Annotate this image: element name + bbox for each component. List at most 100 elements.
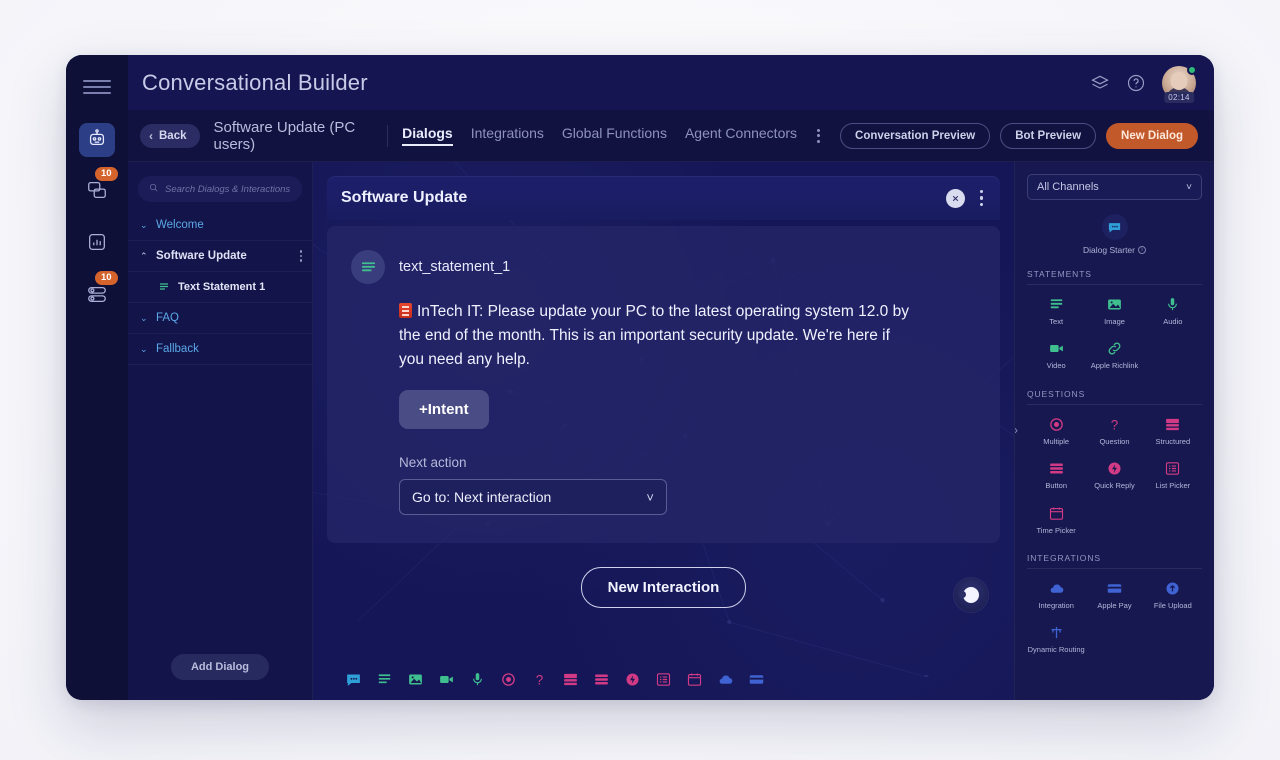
button-icon[interactable] xyxy=(593,671,610,688)
multiple-choice-icon[interactable] xyxy=(500,671,517,688)
components-panel: › All Channels ˅ Dialog Starter i STATEM… xyxy=(1014,162,1214,700)
component-list-picker[interactable]: List Picker xyxy=(1144,454,1202,494)
quick-reply-icon[interactable] xyxy=(624,671,641,688)
integrations-grid: Integration Apple Pay File Upload Dynami… xyxy=(1027,574,1202,659)
dialog-starter-label: Dialog Starter i xyxy=(1083,245,1146,255)
button-icon xyxy=(1048,460,1065,477)
component-label: Structured xyxy=(1155,436,1191,446)
component-integration[interactable]: Integration xyxy=(1027,574,1085,614)
component-apple-richlink[interactable]: Apple Richlink xyxy=(1085,334,1143,374)
image-icon[interactable] xyxy=(407,671,424,688)
canvas: Software Update text_statement_1 InTech … xyxy=(313,162,1014,700)
tab-global-functions[interactable]: Global Functions xyxy=(562,125,667,146)
component-button[interactable]: Button xyxy=(1027,454,1085,494)
search-placeholder: Search Dialogs & Interactions xyxy=(165,183,291,195)
list-item-text-statement-1[interactable]: Text Statement 1 xyxy=(128,272,312,303)
component-dynamic-routing[interactable]: Dynamic Routing xyxy=(1027,618,1085,658)
toggles-icon xyxy=(86,283,108,310)
dialog-starter-item[interactable]: Dialog Starter i xyxy=(1027,214,1202,255)
sidebar-item-conversations[interactable]: 10 xyxy=(79,167,118,209)
text-lines-icon xyxy=(351,250,385,284)
tab-integrations[interactable]: Integrations xyxy=(471,125,544,146)
text-lines-icon xyxy=(1048,296,1065,313)
svg-text:?: ? xyxy=(536,672,543,687)
component-image[interactable]: Image xyxy=(1085,290,1143,330)
component-audio[interactable]: Audio xyxy=(1144,290,1202,330)
conversation-preview-button[interactable]: Conversation Preview xyxy=(840,122,991,149)
statement-header: text_statement_1 xyxy=(351,250,976,284)
layers-icon[interactable] xyxy=(1090,73,1110,93)
dialog-item-software-update[interactable]: ⌃ Software Update xyxy=(128,241,312,272)
close-icon[interactable] xyxy=(945,188,965,208)
apple-pay-icon[interactable] xyxy=(748,671,765,688)
dialog-starter-text: Dialog Starter xyxy=(1083,245,1135,255)
section-title-questions: QUESTIONS xyxy=(1027,389,1202,405)
dialog-item-welcome[interactable]: ⌄ Welcome xyxy=(128,210,312,241)
card-title: Software Update xyxy=(341,189,468,206)
page-title: Conversational Builder xyxy=(142,69,368,95)
sidebar-item-routing[interactable]: 10 xyxy=(79,271,118,313)
assistant-orb-button[interactable] xyxy=(954,578,988,613)
new-dialog-button[interactable]: New Dialog xyxy=(1106,122,1198,149)
dialog-item-menu-icon[interactable] xyxy=(299,250,302,262)
new-interaction-button[interactable]: New Interaction xyxy=(580,567,747,609)
question-mark-icon[interactable]: ? xyxy=(531,671,548,688)
component-quick-reply[interactable]: Quick Reply xyxy=(1085,454,1143,494)
cloud-icon[interactable] xyxy=(717,671,734,688)
component-label: Image xyxy=(1104,317,1125,326)
component-text[interactable]: Text xyxy=(1027,290,1085,330)
sub-bar: ‹ Back Software Update (PC users) Dialog… xyxy=(128,110,1214,162)
help-circle-icon[interactable] xyxy=(1126,73,1146,93)
microphone-icon xyxy=(1164,296,1181,313)
chat-bubble-icon xyxy=(1101,214,1128,240)
avatar[interactable]: 02:14 xyxy=(1162,64,1197,103)
component-apple-pay[interactable]: Apple Pay xyxy=(1085,574,1143,614)
statement-text-value: InTech IT: Please update your PC to the … xyxy=(399,303,909,369)
back-button[interactable]: ‹ Back xyxy=(140,123,200,148)
link-icon xyxy=(1106,340,1123,357)
card-header-actions xyxy=(945,187,987,210)
structured-icon xyxy=(1164,416,1181,433)
next-action-value: Go to: Next interaction xyxy=(412,489,552,506)
structured-icon[interactable] xyxy=(562,671,579,688)
hamburger-icon[interactable] xyxy=(83,73,111,101)
statements-grid: Text Image Audio Video Apple Richlink xyxy=(1027,290,1202,375)
component-multiple[interactable]: Multiple xyxy=(1027,410,1085,450)
video-icon[interactable] xyxy=(438,671,455,688)
dialog-item-label: Welcome xyxy=(156,219,204,231)
card-menu-icon[interactable] xyxy=(977,187,987,210)
list-picker-icon[interactable] xyxy=(655,671,672,688)
search-input[interactable]: Search Dialogs & Interactions xyxy=(138,176,302,202)
chat-bubbles-icon xyxy=(86,179,108,206)
image-icon xyxy=(1106,296,1123,313)
component-video[interactable]: Video xyxy=(1027,334,1085,374)
tab-agent-connectors[interactable]: Agent Connectors xyxy=(685,125,797,146)
time-picker-icon[interactable] xyxy=(686,671,703,688)
collapse-panel-icon[interactable]: › xyxy=(1015,423,1018,437)
component-time-picker[interactable]: Time Picker xyxy=(1027,499,1085,539)
info-icon[interactable]: i xyxy=(1137,246,1146,254)
next-action-select[interactable]: Go to: Next interaction ˅ xyxy=(399,479,667,516)
dialog-list-footer: Add Dialog xyxy=(128,640,312,700)
dynamic-routing-icon xyxy=(1048,624,1065,641)
tab-dialogs[interactable]: Dialogs xyxy=(402,125,453,146)
add-intent-button[interactable]: +Intent xyxy=(399,390,489,430)
sidebar-item-bot[interactable] xyxy=(79,123,115,157)
more-options-icon[interactable] xyxy=(811,125,826,147)
questions-grid: Multiple ? Question Structured Button Qu… xyxy=(1027,410,1202,539)
channel-select[interactable]: All Channels ˅ xyxy=(1027,174,1202,200)
dialog-item-fallback[interactable]: ⌄ Fallback xyxy=(128,334,312,365)
chat-bubble-icon[interactable] xyxy=(345,671,362,688)
microphone-icon[interactable] xyxy=(469,671,486,688)
text-lines-icon[interactable] xyxy=(376,671,393,688)
section-title-statements: STATEMENTS xyxy=(1027,269,1202,285)
component-structured[interactable]: Structured xyxy=(1144,410,1202,450)
component-question[interactable]: ? Question xyxy=(1085,410,1143,450)
bot-preview-button[interactable]: Bot Preview xyxy=(1000,122,1097,149)
add-dialog-button[interactable]: Add Dialog xyxy=(170,654,270,680)
orb-icon xyxy=(959,587,979,604)
sidebar-item-analytics[interactable] xyxy=(79,227,115,261)
dialog-item-faq[interactable]: ⌄ FAQ xyxy=(128,303,312,334)
component-file-upload[interactable]: File Upload xyxy=(1144,574,1202,614)
back-label: Back xyxy=(159,129,187,142)
